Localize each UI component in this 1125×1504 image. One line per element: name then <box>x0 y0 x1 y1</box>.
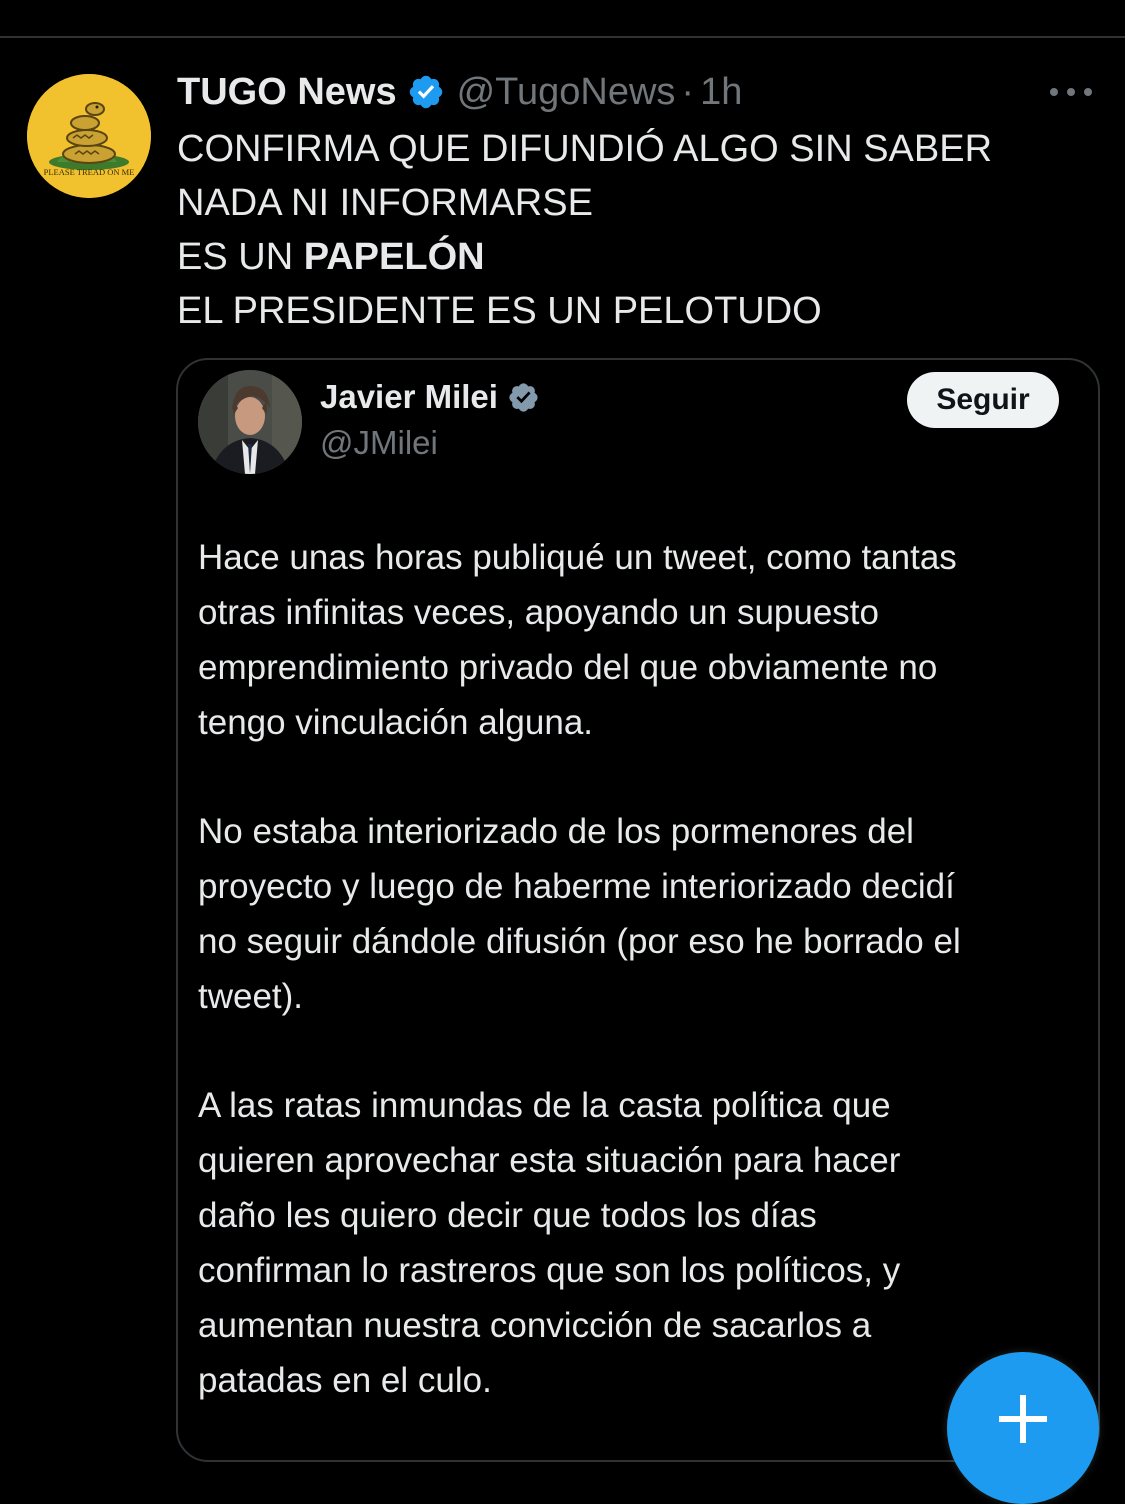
quoted-text-line: confirman lo rastreros que son los polít… <box>198 1251 901 1290</box>
tweet-text-line: CONFIRMA QUE DIFUNDIÓ ALGO SIN SABER <box>177 128 993 170</box>
javier-milei-avatar[interactable] <box>198 370 302 474</box>
quoted-tweet-text: Hace unas horas publiqué un tweet, como … <box>198 530 1088 1460</box>
quoted-paragraph: Hace unas horas publiqué un tweet, como … <box>198 530 1088 750</box>
handle[interactable]: @TugoNews <box>457 71 676 114</box>
plus-icon-stroke <box>1020 1395 1026 1443</box>
quoted-display-name[interactable]: Javier Milei <box>320 378 498 416</box>
tweet-header: TUGO News @TugoNews · 1h <box>177 68 742 116</box>
separator-dot: · <box>681 70 695 113</box>
svg-text:PLEASE TREAD ON ME: PLEASE TREAD ON ME <box>44 167 135 177</box>
follow-button[interactable]: Seguir <box>907 372 1059 428</box>
quoted-text-line: no seguir dándole difusión (por eso he b… <box>198 922 961 961</box>
quoted-text-line: tweet). <box>198 977 304 1016</box>
quoted-text-line: A las ratas inmundas de la casta polític… <box>198 1086 891 1125</box>
tweet-text: CONFIRMA QUE DIFUNDIÓ ALGO SIN SABER NAD… <box>177 122 1097 338</box>
tweet-text-line: NADA NI INFORMARSE <box>177 182 593 224</box>
quoted-paragraph: No estaba interiorizado de los pormenore… <box>198 804 1088 1024</box>
quoted-text-line: quieren aprovechar esta situación para h… <box>198 1141 901 1180</box>
quoted-tweet[interactable]: Javier Milei @JMilei Seguir Hace unas ho… <box>176 358 1100 1462</box>
portrait-image <box>198 370 302 474</box>
quoted-text-line: daño les quiero decir que todos los días <box>198 1196 817 1235</box>
quoted-paragraph: A las ratas inmundas de la casta polític… <box>198 1078 1088 1408</box>
tweet-text-line: EL PRESIDENTE ES UN PELOTUDO <box>177 290 822 332</box>
quoted-text-line: No estaba interiorizado de los pormenore… <box>198 812 914 851</box>
tugo-news-avatar[interactable]: PLEASE TREAD ON ME <box>27 74 151 198</box>
timestamp[interactable]: 1h <box>700 71 742 114</box>
quoted-text-line: tengo vinculación alguna. <box>198 703 594 742</box>
display-name[interactable]: TUGO News <box>177 71 397 114</box>
quoted-text-line: emprendimiento privado del que obviament… <box>198 648 938 687</box>
tweet-text-prefix: ES UN <box>177 236 304 278</box>
verified-badge-icon <box>509 382 538 412</box>
compose-tweet-button[interactable] <box>947 1352 1099 1504</box>
tweet-text-bold: PAPELÓN <box>303 236 485 278</box>
quoted-text-line: aumentan nuestra convicción de sacarlos … <box>198 1306 872 1345</box>
tweet-text-line: ES UN PAPELÓN <box>177 230 1097 284</box>
quoted-author: Javier Milei <box>320 378 540 416</box>
tweet[interactable]: PLEASE TREAD ON ME TUGO News @TugoNews ·… <box>0 38 1125 1462</box>
avatar-motto: PLEASE TREAD ON ME <box>44 167 135 177</box>
more-horizontal-icon[interactable] <box>1048 82 1094 102</box>
quoted-handle[interactable]: @JMilei <box>320 424 438 462</box>
verified-badge-icon <box>409 75 442 109</box>
quoted-text-line: otras infinitas veces, apoyando un supue… <box>198 593 879 632</box>
quoted-text-line: proyecto y luego de haberme interiorizad… <box>198 867 955 906</box>
quoted-text-line: Hace unas horas publiqué un tweet, como … <box>198 538 957 577</box>
